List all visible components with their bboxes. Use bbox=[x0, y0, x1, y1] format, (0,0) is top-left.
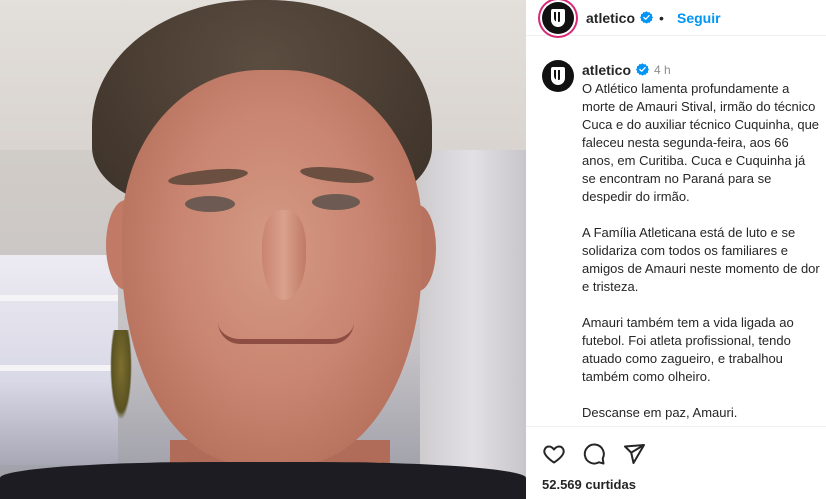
share-icon[interactable] bbox=[622, 442, 646, 466]
caption-paragraph: O Atlético lamenta profundamente a morte… bbox=[582, 81, 820, 204]
caption-paragraph: A Família Atleticana está de luto e se s… bbox=[582, 225, 820, 294]
post-time[interactable]: 4 h bbox=[654, 63, 671, 77]
photo-plant bbox=[110, 330, 132, 420]
comment-icon[interactable] bbox=[582, 442, 606, 466]
heart-icon[interactable] bbox=[542, 442, 566, 466]
photo-mouth bbox=[218, 322, 354, 344]
photo-window bbox=[0, 255, 118, 465]
actions-divider bbox=[526, 426, 826, 427]
photo-eye-left bbox=[185, 196, 235, 212]
caption-paragraph: Amauri também tem a vida ligada ao futeb… bbox=[582, 315, 794, 384]
caption-text: O Atlético lamenta profundamente a morte… bbox=[582, 80, 822, 440]
header-separator: • bbox=[659, 10, 664, 26]
club-crest-icon bbox=[551, 67, 565, 85]
verified-badge-icon bbox=[636, 63, 649, 76]
verified-badge-icon bbox=[640, 11, 653, 24]
header-username[interactable]: atletico bbox=[586, 10, 635, 26]
post-photo[interactable] bbox=[0, 0, 526, 499]
club-crest-icon bbox=[551, 9, 565, 27]
post-side-panel: atletico • Seguir atletico 4 h O Atlétic… bbox=[526, 0, 826, 499]
photo-window-bar bbox=[0, 295, 118, 301]
caption-paragraph: Descanse em paz, Amauri. bbox=[582, 405, 738, 420]
caption-username[interactable]: atletico bbox=[582, 62, 631, 78]
post-header: atletico • Seguir bbox=[526, 0, 826, 36]
follow-button[interactable]: Seguir bbox=[677, 10, 721, 26]
header-avatar[interactable] bbox=[542, 2, 574, 34]
photo-eye-right bbox=[312, 194, 360, 210]
post-actions bbox=[542, 440, 646, 468]
photo-shirt bbox=[0, 462, 526, 499]
photo-window-bar bbox=[0, 365, 118, 371]
photo-door bbox=[420, 150, 526, 499]
photo-nose bbox=[262, 210, 306, 300]
likes-count[interactable]: 52.569 curtidas bbox=[542, 477, 636, 492]
caption-avatar[interactable] bbox=[542, 60, 574, 92]
